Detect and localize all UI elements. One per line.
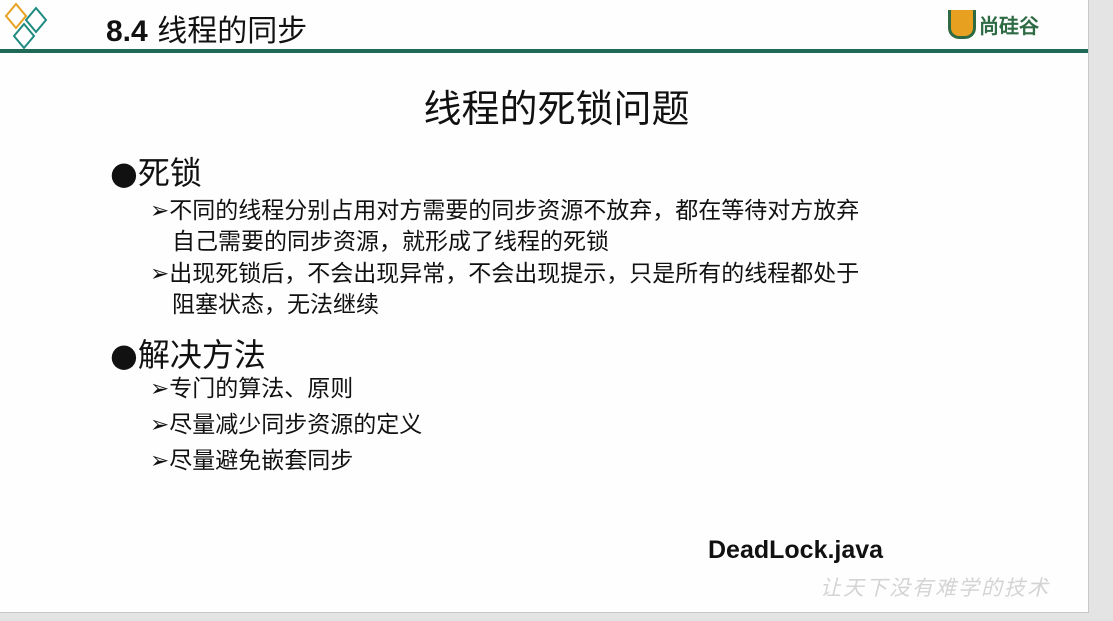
brand-u-icon bbox=[948, 10, 976, 39]
file-name: DeadLock.java bbox=[708, 536, 884, 564]
slide: 8.4 线程的同步 尚硅谷 线程的死锁问题 ●死锁 ➢不同的线程分别占用对方需要… bbox=[0, 0, 1089, 613]
section-title: 线程的同步 bbox=[157, 14, 308, 49]
list-item: ➢专门的算法、原则 bbox=[150, 376, 354, 402]
list-item: ➢尽量减少同步资源的定义 bbox=[150, 412, 423, 438]
slide-heading: 线程的死锁问题 bbox=[423, 87, 690, 131]
diamond-logo-icon bbox=[4, 2, 48, 50]
brand-logo: 尚硅谷 bbox=[948, 10, 1039, 39]
header-divider bbox=[0, 49, 1088, 53]
watermark: 让天下没有难学的技术 bbox=[820, 576, 1050, 600]
bullet-heading: ●死锁 bbox=[110, 154, 202, 192]
list-item: ➢尽量避免嵌套同步 bbox=[150, 448, 354, 474]
bullet-heading: ●解决方法 bbox=[110, 336, 266, 374]
list-item: ➢出现死锁后，不会出现异常，不会出现提示，只是所有的线程都处于 阻塞状态，无法继续 bbox=[150, 261, 860, 318]
list-item: ➢不同的线程分别占用对方需要的同步资源不放弃，都在等待对方放弃 自己需要的同步资源… bbox=[150, 198, 860, 255]
brand-name: 尚硅谷 bbox=[979, 14, 1039, 38]
slide-header-title: 8.4 线程的同步 bbox=[106, 6, 307, 50]
section-number: 8.4 bbox=[106, 15, 148, 48]
